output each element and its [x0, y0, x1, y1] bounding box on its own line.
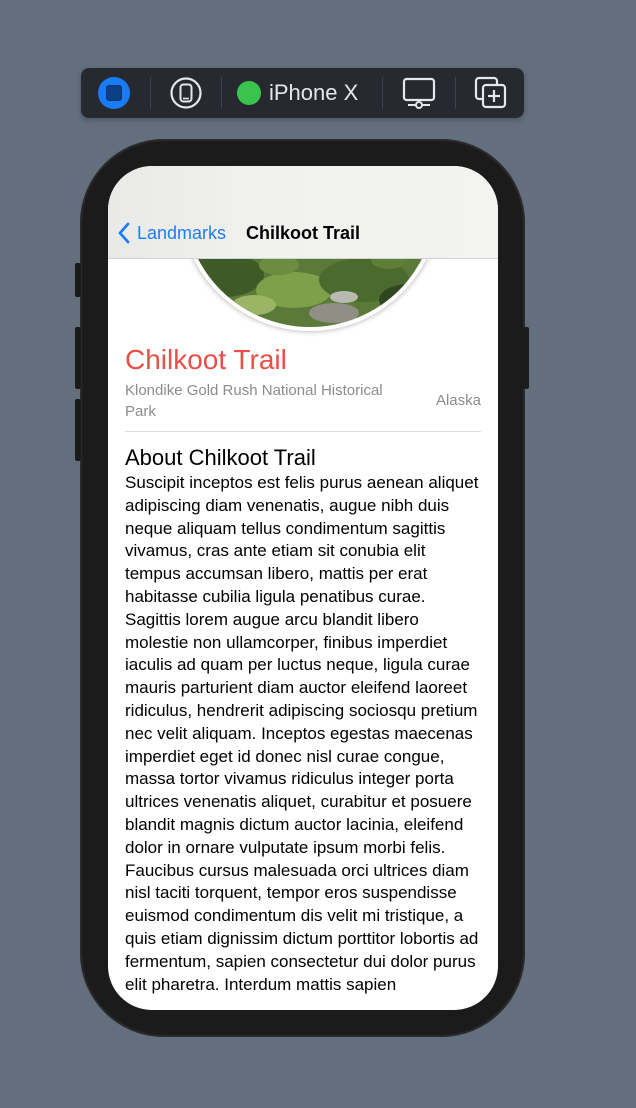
- state-name: Alaska: [435, 392, 481, 409]
- duplicate-preview-button[interactable]: [471, 76, 511, 109]
- preview-toolbar: iPhone X: [81, 68, 524, 118]
- toolbar-divider: [150, 77, 151, 109]
- volume-up-button: [75, 327, 81, 389]
- toolbar-divider: [221, 77, 222, 109]
- park-name: Klondike Gold Rush National Historical P…: [125, 382, 383, 420]
- device-settings-button[interactable]: [399, 77, 439, 109]
- device-selector[interactable]: iPhone X: [237, 77, 365, 109]
- landmark-title: Chilkoot Trail: [125, 344, 287, 375]
- navigation-bar: Landmarks Chilkoot Trail: [108, 166, 498, 259]
- divider: [125, 431, 481, 432]
- volume-down-button: [75, 399, 81, 461]
- landmark-subtitle-row: Klondike Gold Rush National Historical P…: [125, 380, 481, 422]
- toolbar-divider: [455, 77, 456, 109]
- device-name: iPhone X: [269, 80, 359, 105]
- duplicate-preview-icon: [474, 76, 507, 109]
- nav-title: Chilkoot Trail: [245, 223, 360, 243]
- description-text: Suscipit inceptos est felis purus aenean…: [125, 473, 479, 994]
- live-preview-icon: [98, 77, 130, 109]
- landmark-detail: Chilkoot Trail Klondike Gold Rush Nation…: [125, 344, 481, 996]
- device-mode-button[interactable]: [169, 77, 203, 109]
- toolbar-divider: [382, 77, 383, 109]
- live-preview-button[interactable]: [97, 77, 131, 109]
- phone-screen: Landmarks Chilkoot Trail Chilkoot Trail …: [108, 166, 498, 1010]
- about-heading: About Chilkoot Trail: [125, 445, 316, 470]
- device-icon: [170, 77, 202, 109]
- device-status-icon: [237, 81, 261, 105]
- silent-switch: [75, 263, 81, 297]
- device-settings-icon: [402, 77, 436, 109]
- side-button: [523, 327, 529, 389]
